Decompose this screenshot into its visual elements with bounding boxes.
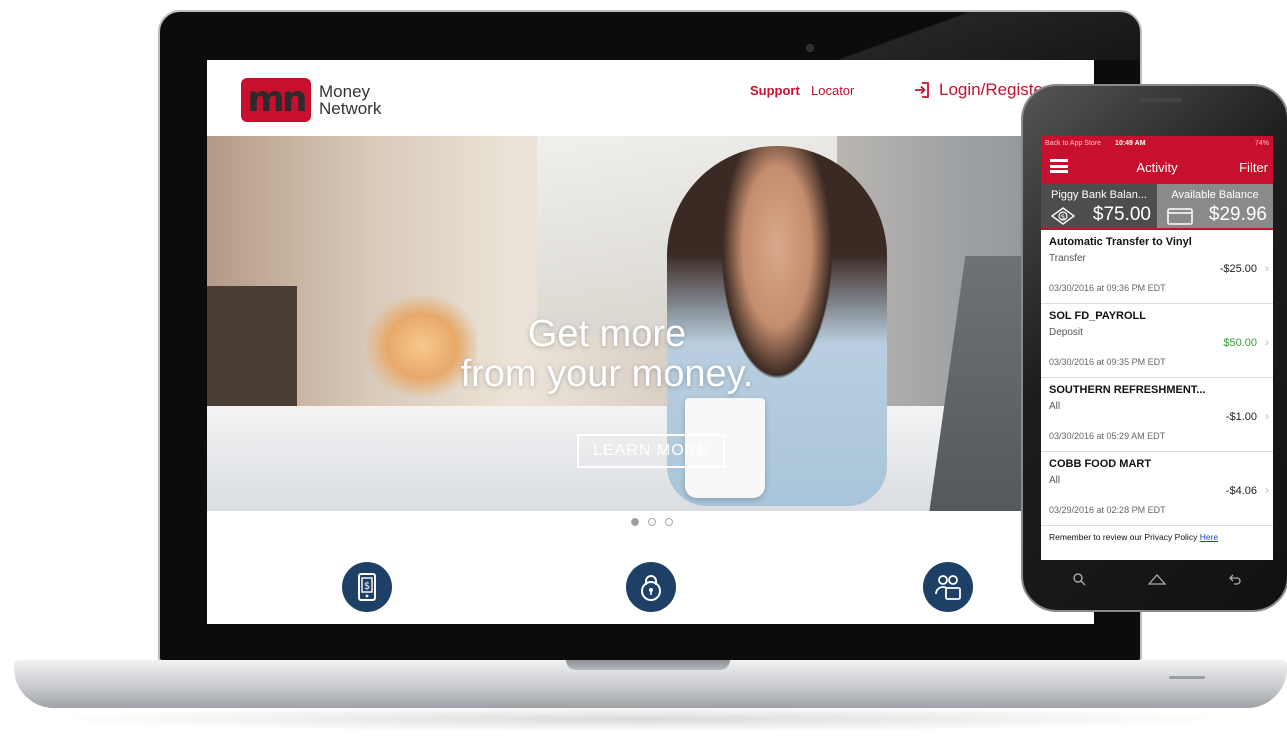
transaction-row[interactable]: Automatic Transfer to Vinyl Transfer -$2…	[1041, 230, 1273, 304]
lid-glare	[780, 12, 1140, 60]
svg-text:$: $	[364, 581, 370, 592]
status-time: 10:49 AM	[1115, 139, 1146, 147]
brand-line-2: Network	[319, 99, 382, 118]
site-header: mn Money Network Support Locator Login/R…	[207, 60, 1094, 136]
carousel-dots	[631, 518, 673, 526]
brand-line-1: Money	[319, 82, 371, 101]
phone-speaker	[1138, 98, 1182, 102]
hero-photo-headboard	[207, 286, 297, 426]
filter-button[interactable]: Filter	[1239, 160, 1268, 175]
carousel-dot-1[interactable]	[631, 518, 639, 526]
app-bar: Activity Filter	[1041, 150, 1273, 184]
search-icon[interactable]	[1072, 572, 1086, 586]
nav-support-link[interactable]: Support	[750, 83, 800, 98]
transaction-row[interactable]: SOL FD_PAYROLL Deposit $50.00 › 03/30/20…	[1041, 304, 1273, 378]
piggy-bank-balance[interactable]: Piggy Bank Balan... $ $75.00	[1041, 184, 1157, 228]
people-icon	[935, 575, 961, 600]
logo-mark: mn	[241, 78, 311, 122]
transaction-amount: $50.00	[1223, 337, 1257, 349]
svg-text:$: $	[1061, 213, 1065, 221]
status-bar: Back to App Store 10:49 AM 74%	[1041, 136, 1273, 150]
transaction-date: 03/30/2016 at 09:35 PM EDT	[1049, 357, 1166, 367]
transaction-amount: -$25.00	[1219, 263, 1257, 275]
status-battery: 74%	[1254, 139, 1269, 147]
brand-logo[interactable]: mn Money Network	[241, 78, 381, 122]
nav-locator-link[interactable]: Locator	[811, 83, 854, 98]
website-screen: mn Money Network Support Locator Login/R…	[207, 60, 1094, 624]
transaction-row[interactable]: SOUTHERN REFRESHMENT... All -$1.00 › 03/…	[1041, 378, 1273, 452]
piggy-bank-icon: $	[1051, 207, 1075, 225]
chevron-right-icon: ›	[1265, 261, 1269, 275]
piggy-bank-label: Piggy Bank Balan...	[1050, 189, 1147, 201]
transaction-name: COBB FOOD MART	[1049, 458, 1152, 470]
piggy-bank-amount: $75.00	[1092, 204, 1151, 225]
hero-title: Get more from your money.	[437, 314, 777, 394]
feature-accounts[interactable]	[923, 562, 973, 612]
card-icon	[1167, 208, 1193, 225]
chevron-right-icon: ›	[1265, 409, 1269, 423]
laptop-shadow	[40, 706, 1240, 732]
android-nav-bar	[1041, 562, 1273, 596]
lock-icon	[641, 575, 661, 601]
webcam	[806, 44, 814, 52]
transaction-date: 03/30/2016 at 09:36 PM EDT	[1049, 283, 1166, 293]
transaction-amount: -$4.06	[1225, 485, 1257, 497]
chevron-right-icon: ›	[1265, 483, 1269, 497]
device-mockup: mn Money Network Support Locator Login/R…	[0, 0, 1287, 747]
available-balance-label: Available Balance	[1171, 189, 1259, 201]
mobile-app-screen: Back to App Store 10:49 AM 74% Activity …	[1041, 136, 1273, 560]
laptop-grille	[1169, 676, 1205, 679]
smartphone: Back to App Store 10:49 AM 74% Activity …	[1021, 84, 1287, 612]
login-icon	[915, 82, 929, 98]
hero-banner: Get more from your money. LEARN MORE	[207, 136, 1094, 511]
feature-security[interactable]	[626, 562, 676, 612]
learn-more-button[interactable]: LEARN MORE	[577, 434, 725, 468]
chevron-right-icon: ›	[1265, 335, 1269, 349]
transaction-amount: -$1.00	[1225, 411, 1257, 423]
available-balance[interactable]: Available Balance $29.96	[1157, 184, 1273, 228]
transaction-name: Automatic Transfer to Vinyl	[1049, 236, 1192, 248]
hero-title-line-2: from your money.	[460, 353, 754, 395]
laptop-base	[14, 660, 1287, 708]
transaction-name: SOL FD_PAYROLL	[1049, 310, 1146, 322]
feature-mobile-deposit[interactable]: $	[342, 562, 392, 612]
mobile-deposit-icon: $	[358, 573, 376, 601]
back-icon[interactable]	[1228, 572, 1242, 586]
hero-title-line-1: Get more	[527, 313, 687, 355]
carousel-dot-2[interactable]	[648, 518, 656, 526]
balance-summary: Piggy Bank Balan... $ $75.00 Available B…	[1041, 184, 1273, 230]
back-to-app-store-link[interactable]: Back to App Store	[1045, 140, 1101, 147]
logo-text: Money Network	[319, 83, 381, 117]
transaction-date: 03/29/2016 at 02:28 PM EDT	[1049, 505, 1166, 515]
transaction-date: 03/30/2016 at 05:29 AM EDT	[1049, 431, 1166, 441]
available-balance-amount: $29.96	[1208, 204, 1267, 225]
transaction-name: SOUTHERN REFRESHMENT...	[1049, 384, 1206, 396]
privacy-text: Remember to review our Privacy Policy	[1049, 532, 1200, 542]
transaction-row[interactable]: COBB FOOD MART All -$4.06 › 03/29/2016 a…	[1041, 452, 1273, 526]
privacy-policy-link[interactable]: Here	[1200, 532, 1218, 542]
home-icon[interactable]	[1147, 572, 1167, 586]
laptop-notch	[566, 660, 730, 670]
privacy-notice: Remember to review our Privacy Policy He…	[1041, 526, 1273, 548]
carousel-dot-3[interactable]	[665, 518, 673, 526]
